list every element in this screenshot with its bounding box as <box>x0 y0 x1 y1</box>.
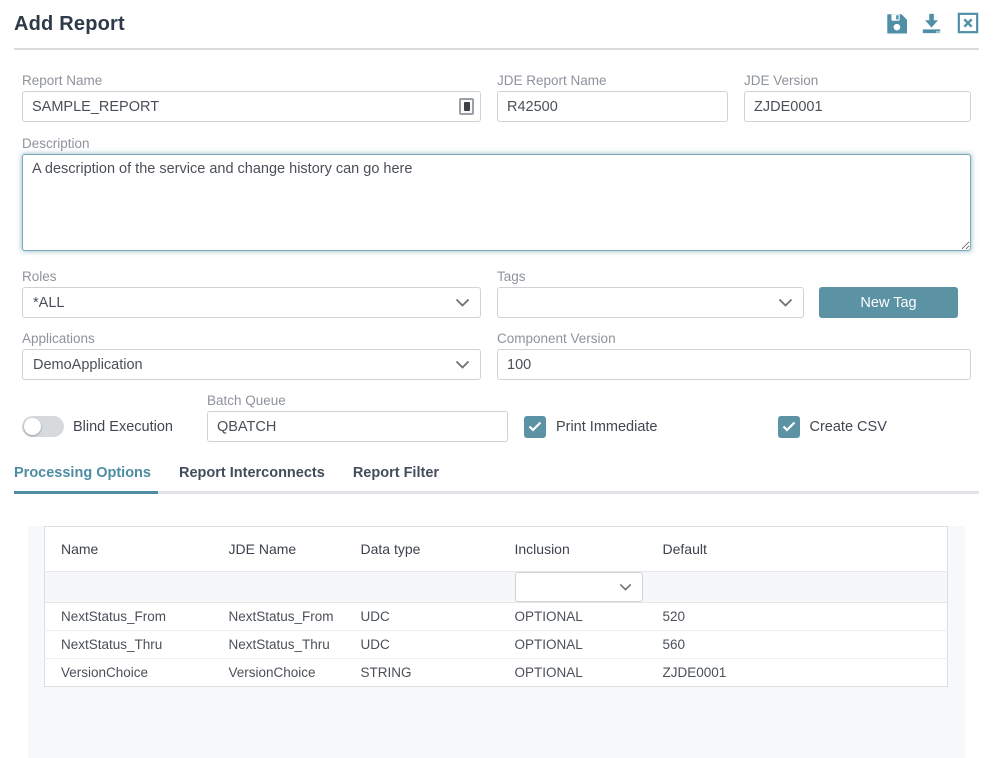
create-csv-label: Create CSV <box>810 419 887 435</box>
tab-report-interconnects[interactable]: Report Interconnects <box>179 457 332 494</box>
table-row[interactable]: VersionChoice VersionChoice STRING OPTIO… <box>45 659 948 687</box>
column-header-jde-name: JDE Name <box>213 527 345 572</box>
applications-select-value: DemoApplication <box>33 357 143 373</box>
chevron-down-icon <box>778 298 793 307</box>
applications-select[interactable]: DemoApplication <box>22 349 481 380</box>
table-header-row: Name JDE Name Data type Inclusion Defaul… <box>45 527 948 572</box>
tabstrip: Processing Options Report Interconnects … <box>14 457 979 494</box>
blind-execution-label: Blind Execution <box>73 419 173 435</box>
print-immediate-checkbox[interactable] <box>524 416 546 438</box>
description-textarea[interactable]: A description of the service and change … <box>22 154 971 251</box>
create-csv-checkbox[interactable] <box>778 416 800 438</box>
chevron-down-icon <box>455 298 470 307</box>
jde-version-input[interactable] <box>744 91 971 122</box>
page-title: Add Report <box>14 13 125 36</box>
table-filter-row <box>45 572 948 603</box>
processing-options-table: Name JDE Name Data type Inclusion Defaul… <box>44 526 948 687</box>
titlebar: Add Report <box>14 0 979 50</box>
jde-report-name-input[interactable] <box>497 91 728 122</box>
chevron-down-icon <box>619 583 632 591</box>
chevron-down-icon <box>455 360 470 369</box>
tab-processing-options[interactable]: Processing Options <box>14 457 158 494</box>
roles-select[interactable]: *ALL <box>22 287 481 318</box>
table-row[interactable]: NextStatus_From NextStatus_From UDC OPTI… <box>45 603 948 631</box>
batch-queue-label: Batch Queue <box>207 392 508 409</box>
tab-report-filter[interactable]: Report Filter <box>353 457 446 494</box>
jde-version-label: JDE Version <box>744 72 971 89</box>
tags-select[interactable] <box>497 287 804 318</box>
table-row[interactable]: NextStatus_Thru NextStatus_Thru UDC OPTI… <box>45 631 948 659</box>
description-label: Description <box>22 135 971 152</box>
save-icon <box>885 12 907 37</box>
download-button[interactable] <box>920 12 944 37</box>
blind-execution-toggle[interactable] <box>22 416 64 437</box>
report-name-input[interactable] <box>22 91 481 122</box>
titlebar-icons <box>885 12 979 37</box>
jde-report-name-label: JDE Report Name <box>497 72 728 89</box>
column-header-inclusion: Inclusion <box>499 527 647 572</box>
save-button[interactable] <box>885 12 907 37</box>
component-version-input[interactable] <box>497 349 971 380</box>
tags-label: Tags <box>497 268 804 285</box>
add-report-form: Report Name JDE Report Name JDE Version … <box>0 50 993 442</box>
roles-label: Roles <box>22 268 481 285</box>
roles-select-value: *ALL <box>33 295 64 311</box>
processing-options-panel: Name JDE Name Data type Inclusion Defaul… <box>28 526 965 758</box>
column-header-data-type: Data type <box>345 527 499 572</box>
new-tag-button[interactable]: New Tag <box>819 287 958 318</box>
print-immediate-checkbox-group: Print Immediate <box>524 411 658 442</box>
column-header-default: Default <box>647 527 948 572</box>
applications-label: Applications <box>22 330 481 347</box>
close-icon <box>957 12 979 37</box>
print-immediate-label: Print Immediate <box>556 419 658 435</box>
create-csv-checkbox-group: Create CSV <box>778 411 887 442</box>
close-button[interactable] <box>957 12 979 37</box>
download-icon <box>920 12 944 37</box>
autofill-icon <box>459 98 474 115</box>
toggle-knob <box>24 418 41 435</box>
component-version-label: Component Version <box>497 330 971 347</box>
report-name-label: Report Name <box>22 72 481 89</box>
column-header-name: Name <box>45 527 213 572</box>
inclusion-filter-select[interactable] <box>515 572 643 602</box>
batch-queue-input[interactable] <box>207 411 508 442</box>
